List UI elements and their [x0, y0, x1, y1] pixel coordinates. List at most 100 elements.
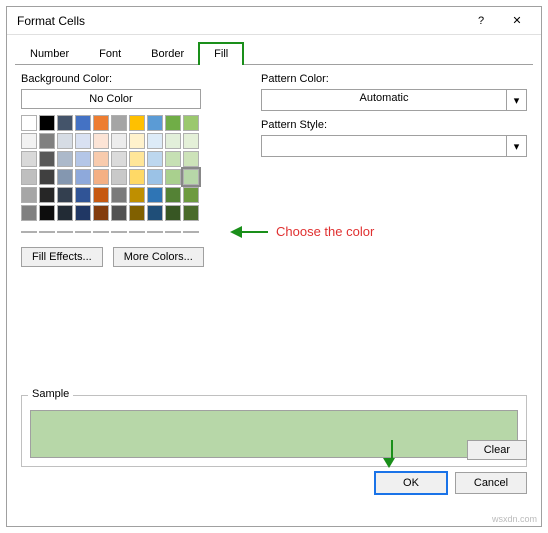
titlebar: Format Cells ? ✕ [7, 7, 541, 35]
color-swatch[interactable] [75, 205, 91, 221]
cancel-button[interactable]: Cancel [455, 472, 527, 494]
sample-group: Sample [21, 395, 527, 467]
close-icon: ✕ [512, 14, 521, 27]
color-swatch[interactable] [57, 169, 73, 185]
color-swatch[interactable] [75, 231, 91, 233]
color-swatch[interactable] [165, 231, 181, 233]
color-swatch[interactable] [21, 205, 37, 221]
color-swatch[interactable] [183, 151, 199, 167]
format-cells-dialog: Format Cells ? ✕ Number Font Border Fill… [6, 6, 542, 527]
color-swatch[interactable] [165, 151, 181, 167]
color-swatch[interactable] [183, 115, 199, 131]
color-swatch[interactable] [39, 151, 55, 167]
pattern-style-combo[interactable]: ▾ [261, 135, 527, 157]
fill-effects-button[interactable]: Fill Effects... [21, 247, 103, 267]
color-swatch[interactable] [129, 205, 145, 221]
color-swatch[interactable] [111, 133, 127, 149]
pattern-style-label: Pattern Style: [261, 119, 527, 131]
color-swatch[interactable] [165, 133, 181, 149]
annotation-arrow: Choose the color [230, 224, 374, 239]
color-swatch[interactable] [93, 187, 109, 203]
color-swatch[interactable] [147, 115, 163, 131]
color-swatch[interactable] [183, 187, 199, 203]
color-swatch[interactable] [75, 169, 91, 185]
pattern-color-combo[interactable]: Automatic ▾ [261, 89, 527, 111]
color-swatch[interactable] [147, 187, 163, 203]
color-swatch[interactable] [111, 231, 127, 233]
tab-number[interactable]: Number [15, 43, 84, 64]
annotation-text: Choose the color [276, 224, 374, 239]
color-swatch[interactable] [183, 205, 199, 221]
tab-border[interactable]: Border [136, 43, 199, 64]
color-swatch[interactable] [147, 151, 163, 167]
theme-color-grid [21, 115, 231, 221]
color-swatch[interactable] [57, 187, 73, 203]
color-swatch[interactable] [21, 169, 37, 185]
color-swatch[interactable] [57, 115, 73, 131]
color-swatch[interactable] [57, 151, 73, 167]
clear-button[interactable]: Clear [467, 440, 527, 460]
color-swatch[interactable] [111, 169, 127, 185]
color-swatch[interactable] [165, 169, 181, 185]
color-swatch[interactable] [39, 115, 55, 131]
chevron-down-icon: ▾ [506, 136, 526, 156]
color-swatch[interactable] [147, 133, 163, 149]
color-swatch[interactable] [183, 231, 199, 233]
color-swatch[interactable] [183, 133, 199, 149]
tab-content: Background Color: No Color Fill Effects.… [7, 65, 541, 504]
color-swatch[interactable] [147, 169, 163, 185]
standard-color-row [21, 231, 231, 233]
color-swatch[interactable] [129, 231, 145, 233]
color-swatch[interactable] [111, 151, 127, 167]
color-swatch[interactable] [57, 205, 73, 221]
color-swatch[interactable] [183, 169, 199, 185]
color-swatch[interactable] [111, 187, 127, 203]
color-swatch[interactable] [39, 205, 55, 221]
more-colors-button[interactable]: More Colors... [113, 247, 204, 267]
color-swatch[interactable] [39, 133, 55, 149]
color-swatch[interactable] [165, 187, 181, 203]
color-swatch[interactable] [165, 205, 181, 221]
color-swatch[interactable] [21, 187, 37, 203]
color-swatch[interactable] [165, 115, 181, 131]
color-swatch[interactable] [129, 187, 145, 203]
color-swatch[interactable] [93, 151, 109, 167]
color-swatch[interactable] [93, 133, 109, 149]
no-color-button[interactable]: No Color [21, 89, 201, 109]
color-swatch[interactable] [147, 205, 163, 221]
color-swatch[interactable] [57, 133, 73, 149]
color-swatch[interactable] [93, 231, 109, 233]
color-swatch[interactable] [21, 231, 37, 233]
color-swatch[interactable] [111, 205, 127, 221]
color-swatch[interactable] [129, 169, 145, 185]
color-swatch[interactable] [129, 133, 145, 149]
tab-strip: Number Font Border Fill [7, 35, 541, 64]
color-swatch[interactable] [129, 115, 145, 131]
color-swatch[interactable] [93, 169, 109, 185]
color-swatch[interactable] [57, 231, 73, 233]
close-button[interactable]: ✕ [499, 8, 535, 34]
color-swatch[interactable] [111, 115, 127, 131]
color-swatch[interactable] [93, 205, 109, 221]
help-icon: ? [478, 15, 484, 27]
color-swatch[interactable] [21, 151, 37, 167]
color-swatch[interactable] [93, 115, 109, 131]
tab-fill[interactable]: Fill [199, 43, 243, 64]
color-swatch[interactable] [129, 151, 145, 167]
color-swatch[interactable] [75, 187, 91, 203]
color-swatch[interactable] [147, 231, 163, 233]
color-swatch[interactable] [39, 169, 55, 185]
color-swatch[interactable] [75, 115, 91, 131]
color-swatch[interactable] [75, 151, 91, 167]
color-swatch[interactable] [39, 187, 55, 203]
ok-button[interactable]: OK [375, 472, 447, 494]
tab-font[interactable]: Font [84, 43, 136, 64]
color-swatch[interactable] [39, 231, 55, 233]
color-swatch[interactable] [21, 133, 37, 149]
bg-color-label: Background Color: [21, 73, 231, 85]
color-swatch[interactable] [21, 115, 37, 131]
color-swatch[interactable] [75, 133, 91, 149]
help-button[interactable]: ? [463, 8, 499, 34]
watermark: wsxdn.com [492, 514, 537, 524]
pattern-color-value: Automatic [262, 90, 506, 110]
